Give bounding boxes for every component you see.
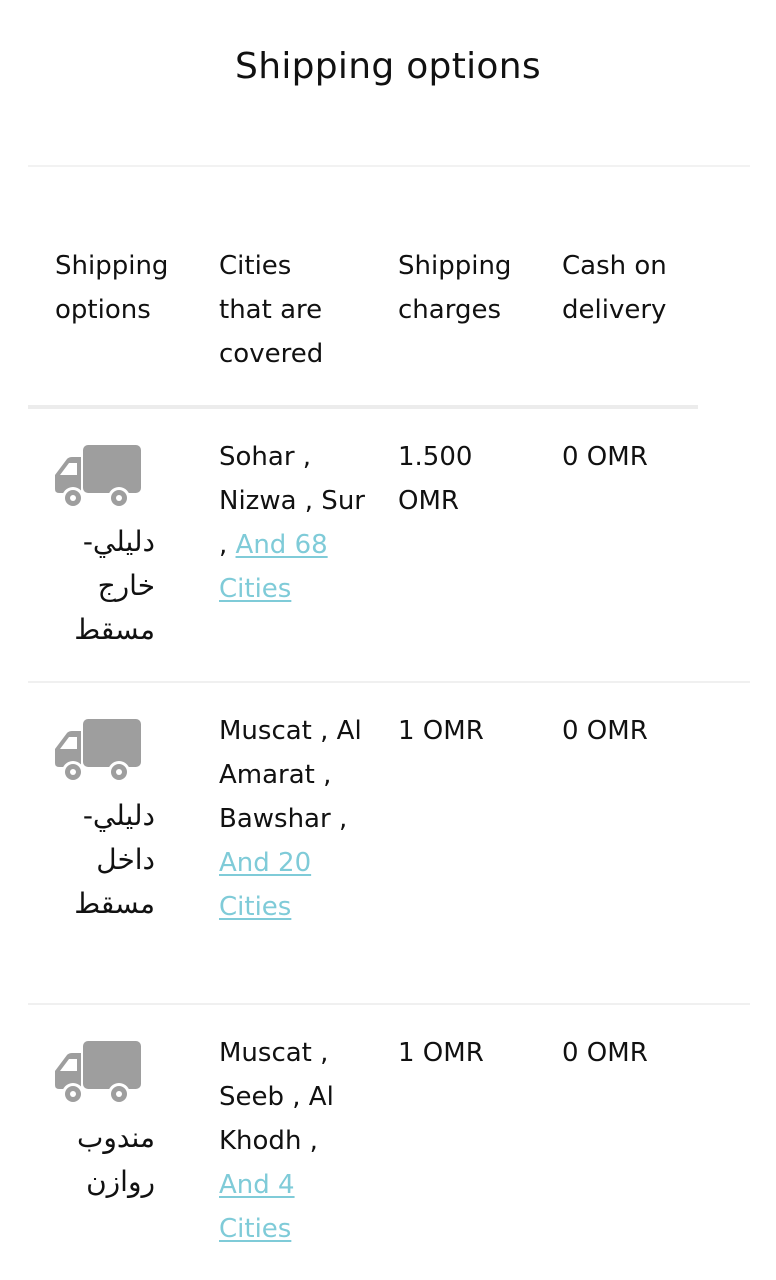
header-text-line: Cash on [562,251,667,281]
shipping-charge-cell: 1 OMR [398,716,484,746]
truck-icon [55,1041,141,1105]
header-shipping-options: Shipping options [55,244,195,332]
header-text-line: options [55,295,151,325]
row-divider [28,1003,750,1005]
cash-on-delivery-cell: 0 OMR [562,442,648,472]
header-cash-on-delivery: Cash on delivery [562,244,712,332]
header-text-line: delivery [562,295,667,325]
shipping-option-name: دليلي- خارج مسقط [74,525,155,646]
cash-on-delivery-cell: 0 OMR [562,1038,648,1068]
header-text-line: Shipping [55,251,169,281]
cities-list: Muscat , Seeb , Al Khodh , [219,1038,334,1156]
page-title: Shipping options [235,46,541,87]
table-row: دليلي- خارج مسقط Sohar , Nizwa , Sur , A… [0,435,776,680]
table-row: دليلي- داخل مسقط Muscat , Al Amarat , Ba… [0,709,776,999]
header-text-line: that are [219,295,323,325]
more-cities-link[interactable]: And 20 Cities [219,848,311,922]
cities-list: Muscat , Al Amarat , Bawshar , [219,716,362,834]
table-header: Shipping options Cities that are covered… [0,244,776,384]
shipping-charge-cell: 1 OMR [398,1038,484,1068]
header-text-line: charges [398,295,501,325]
shipping-option-name: مندوب روازن [76,1121,155,1198]
header-cities-covered: Cities that are covered [219,244,369,376]
header-divider [28,405,698,409]
header-shipping-charges: Shipping charges [398,244,538,332]
more-cities-link[interactable]: And 4 Cities [219,1170,295,1244]
row-divider [28,681,750,683]
more-cities-link[interactable]: And 68 Cities [219,530,328,604]
title-divider [28,165,750,167]
table-row: مندوب روازن Muscat , Seeb , Al Khodh , A… [0,1031,776,1271]
header-text-line: Shipping [398,251,512,281]
cities-covered-cell: Muscat , Al Amarat , Bawshar , And 20 Ci… [219,709,369,929]
shipping-option-name: دليلي- داخل مسقط [74,799,155,920]
header-text-line: covered [219,339,324,369]
shipping-charge-cell: 1.500 OMR [398,442,473,516]
truck-icon [55,719,141,783]
header-text-line: Cities [219,251,292,281]
cities-covered-cell: Muscat , Seeb , Al Khodh , And 4 Cities [219,1031,369,1251]
cities-covered-cell: Sohar , Nizwa , Sur , And 68 Cities [219,435,369,611]
truck-icon [55,445,141,509]
cash-on-delivery-cell: 0 OMR [562,716,648,746]
